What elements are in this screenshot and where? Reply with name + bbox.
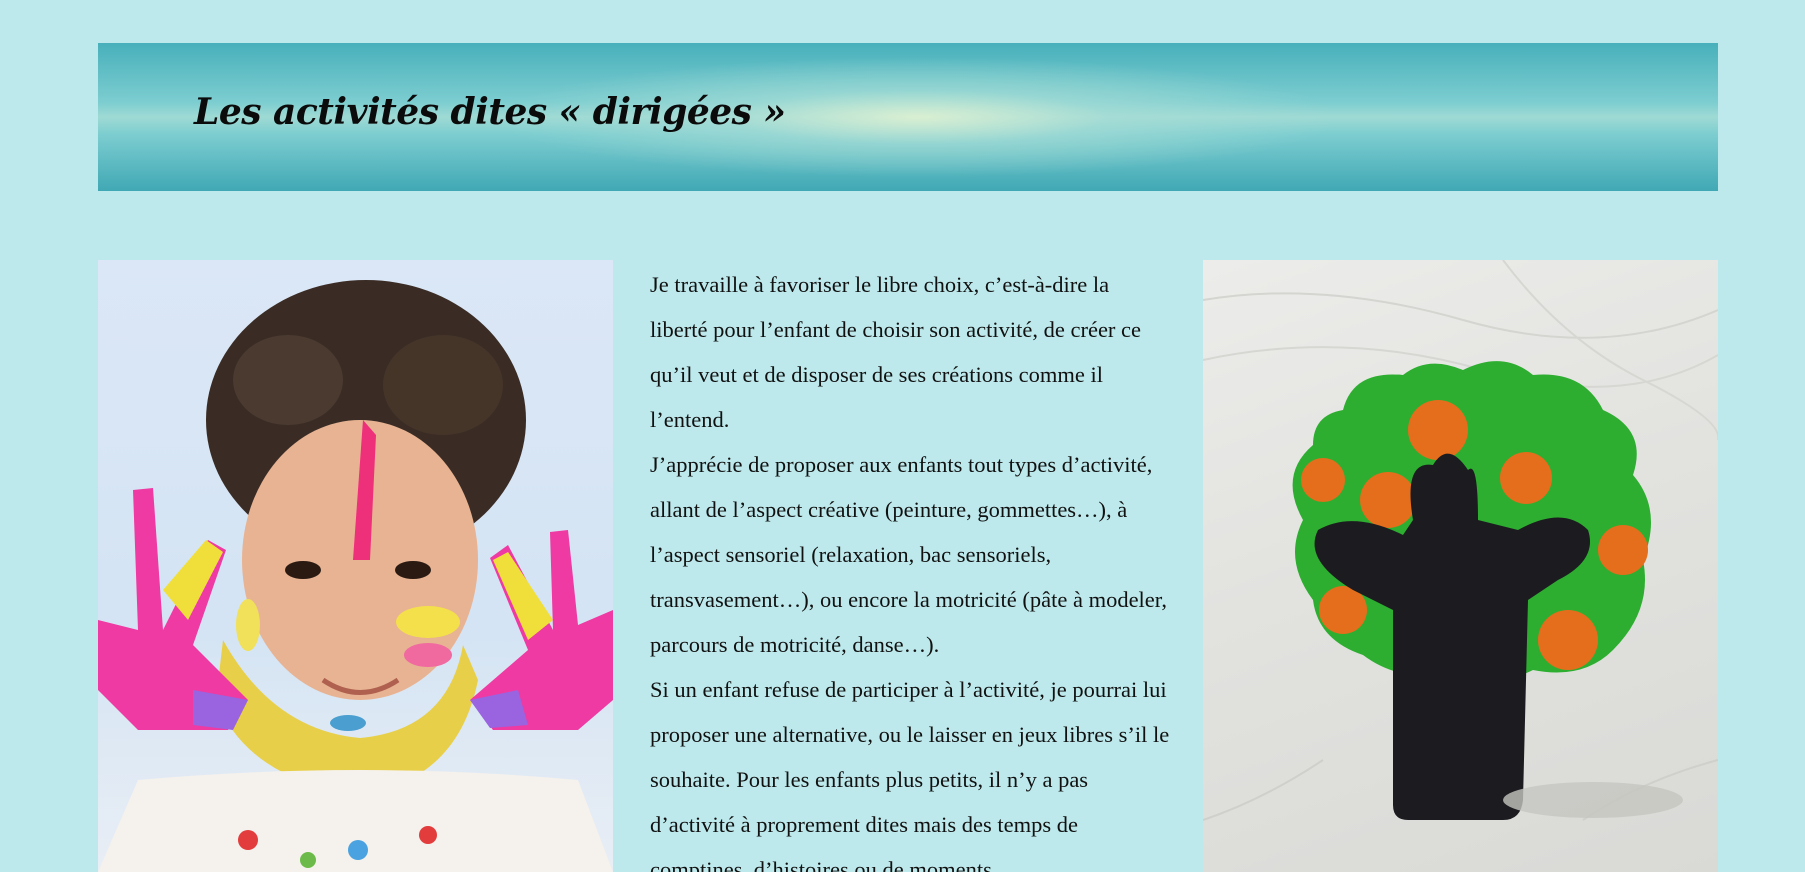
- page-title: Les activités dites « dirigées »: [194, 91, 786, 133]
- header-banner: Les activités dites « dirigées »: [98, 43, 1718, 191]
- paragraph-types-activite: J’apprécie de proposer aux enfants tout …: [650, 452, 1168, 657]
- tree-illustration: [1203, 260, 1718, 821]
- activities-description: Je travaille à favoriser le libre choix,…: [650, 262, 1170, 872]
- child-painted-hands-image: [98, 260, 613, 872]
- paragraph-libre-choix: Je travaille à favoriser le libre choix,…: [650, 272, 1142, 432]
- paragraph-refus-activite: Si un enfant refuse de participer à l’ac…: [650, 677, 1170, 872]
- playdough-tree-image: [1203, 260, 1718, 872]
- child-illustration: [98, 280, 613, 872]
- page: Les activités dites « dirigées » Je trav…: [0, 0, 1805, 872]
